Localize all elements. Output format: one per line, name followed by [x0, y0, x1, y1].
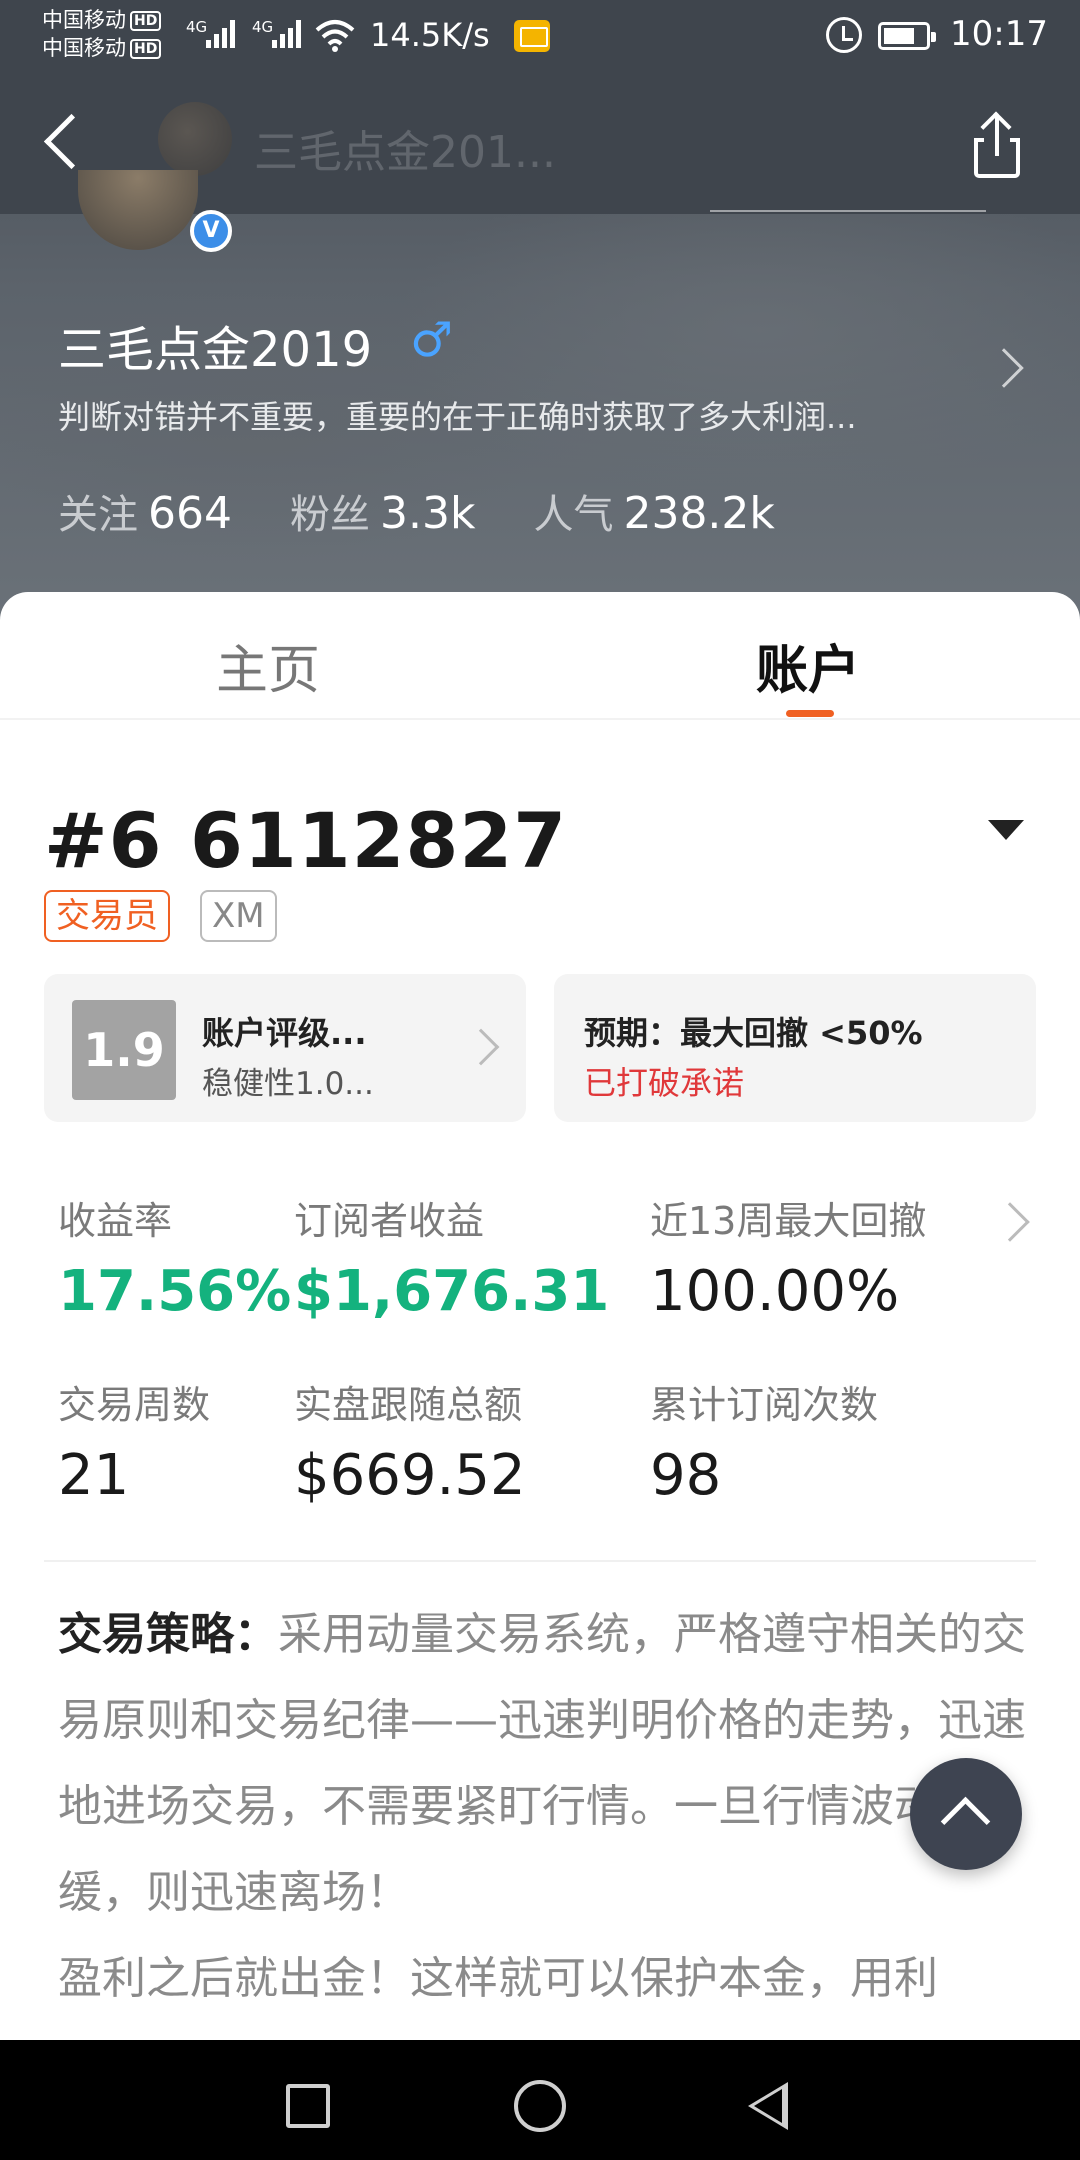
tab-divider	[0, 718, 1080, 720]
male-gender-icon: ♂	[410, 312, 454, 368]
metric-label: 累计订阅次数	[650, 1383, 879, 1427]
status-bar: 中国移动 HD 中国移动 HD 4G 4G 14.5K/s 10:17	[0, 0, 1080, 72]
metric-value: 17.56%	[58, 1259, 292, 1324]
share-button[interactable]	[968, 111, 1032, 184]
metric-value: 21	[58, 1443, 130, 1508]
signal-icon	[272, 18, 306, 48]
strategy-text-2: 盈利之后就出金！这样就可以保护本金，用利	[58, 1953, 938, 2004]
fans-stat[interactable]: 粉丝 3.3k	[290, 482, 475, 540]
metric-value: 98	[650, 1443, 722, 1508]
tab-home[interactable]: 主页	[216, 628, 320, 703]
following-label: 关注	[58, 492, 138, 538]
system-back-button[interactable]	[748, 2082, 788, 2130]
mail-notification-icon	[514, 20, 550, 52]
metric-subscription-count: 累计订阅次数 98	[650, 1374, 878, 1508]
strategy-label: 交易策略：	[58, 1609, 278, 1660]
profile-name: 三毛点金2019	[58, 322, 373, 378]
section-divider	[44, 1560, 1036, 1562]
rating-score: 1.9	[72, 1000, 176, 1100]
network-speed: 14.5K/s	[370, 16, 490, 54]
metric-label: 近13周最大回撤	[650, 1199, 927, 1243]
carrier-1: 中国移动	[42, 8, 126, 32]
account-rating-card[interactable]: 1.9 账户评级... 稳健性1.0...	[44, 974, 526, 1122]
metric-follow-total: 实盘跟随总额 $669.52	[294, 1374, 526, 1508]
network-type: 4G	[186, 18, 208, 36]
alarm-icon	[826, 17, 862, 53]
nav-title: 三毛点金201...	[254, 127, 556, 178]
clock: 10:17	[950, 14, 1048, 54]
metric-value: 100.00%	[650, 1259, 900, 1324]
rating-title: 账户评级...	[202, 1014, 367, 1052]
popularity-count: 238.2k	[623, 488, 775, 539]
verified-icon: V	[190, 210, 232, 252]
rating-subtitle: 稳健性1.0...	[202, 1066, 374, 1102]
profile-stats: 关注 664 粉丝 3.3k 人气 238.2k	[58, 482, 819, 540]
active-tab-indicator	[786, 710, 834, 717]
metric-subscriber-profit: 订阅者收益 $1,676.31	[294, 1190, 609, 1324]
account-dropdown-icon[interactable]	[988, 820, 1024, 840]
battery-icon	[878, 22, 936, 50]
account-number: #6 6112827	[44, 796, 568, 885]
expectation-title: 预期：最大回撤 <50%	[584, 1014, 923, 1052]
broker-tag: XM	[200, 890, 277, 942]
recents-button[interactable]	[286, 2084, 330, 2128]
following-count: 664	[148, 488, 232, 539]
network-type: 4G	[252, 18, 274, 36]
metric-label: 订阅者收益	[294, 1199, 485, 1243]
metric-label: 收益率	[58, 1199, 173, 1243]
system-navigation-bar	[0, 2040, 1080, 2160]
carrier-info: 中国移动 HD 中国移动 HD	[42, 6, 162, 62]
nav-avatar	[158, 102, 232, 176]
metric-value: $1,676.31	[294, 1259, 610, 1324]
chevron-right-icon	[462, 1028, 500, 1066]
signal-icon	[206, 18, 240, 48]
expectation-card: 预期：最大回撤 <50% 已打破承诺	[554, 974, 1036, 1122]
metrics-chevron-icon[interactable]	[990, 1202, 1030, 1242]
trader-tag: 交易员	[44, 890, 170, 942]
divider	[710, 210, 986, 212]
tab-account[interactable]: 账户	[756, 628, 860, 703]
profile-bio[interactable]: 判断对错并不重要，重要的在于正确时获取了多大利润...	[58, 392, 857, 438]
home-button[interactable]	[514, 2080, 566, 2132]
fans-label: 粉丝	[289, 492, 370, 538]
hd-badge: HD	[130, 39, 162, 59]
popularity-label: 人气	[533, 492, 614, 538]
carrier-2: 中国移动	[42, 36, 126, 60]
wifi-icon	[315, 20, 355, 52]
metric-value: $669.52	[294, 1443, 526, 1508]
hd-badge: HD	[130, 11, 162, 31]
metric-trading-weeks: 交易周数 21	[58, 1374, 210, 1508]
expectation-status: 已打破承诺	[584, 1064, 745, 1102]
following-stat[interactable]: 关注 664	[58, 482, 232, 540]
metric-label: 交易周数	[58, 1383, 211, 1427]
metric-max-drawdown[interactable]: 近13周最大回撤 100.00%	[650, 1190, 926, 1324]
scroll-to-top-button[interactable]	[910, 1758, 1022, 1870]
metric-return-rate: 收益率 17.56%	[58, 1190, 291, 1324]
back-button[interactable]	[30, 106, 100, 176]
metric-label: 实盘跟随总额	[294, 1383, 523, 1427]
trading-strategy: 交易策略：采用动量交易系统，严格遵守相关的交易原则和交易纪律——迅速判明价格的走…	[58, 1592, 1028, 2022]
popularity-stat: 人气 238.2k	[533, 482, 774, 540]
fans-count: 3.3k	[379, 488, 476, 539]
